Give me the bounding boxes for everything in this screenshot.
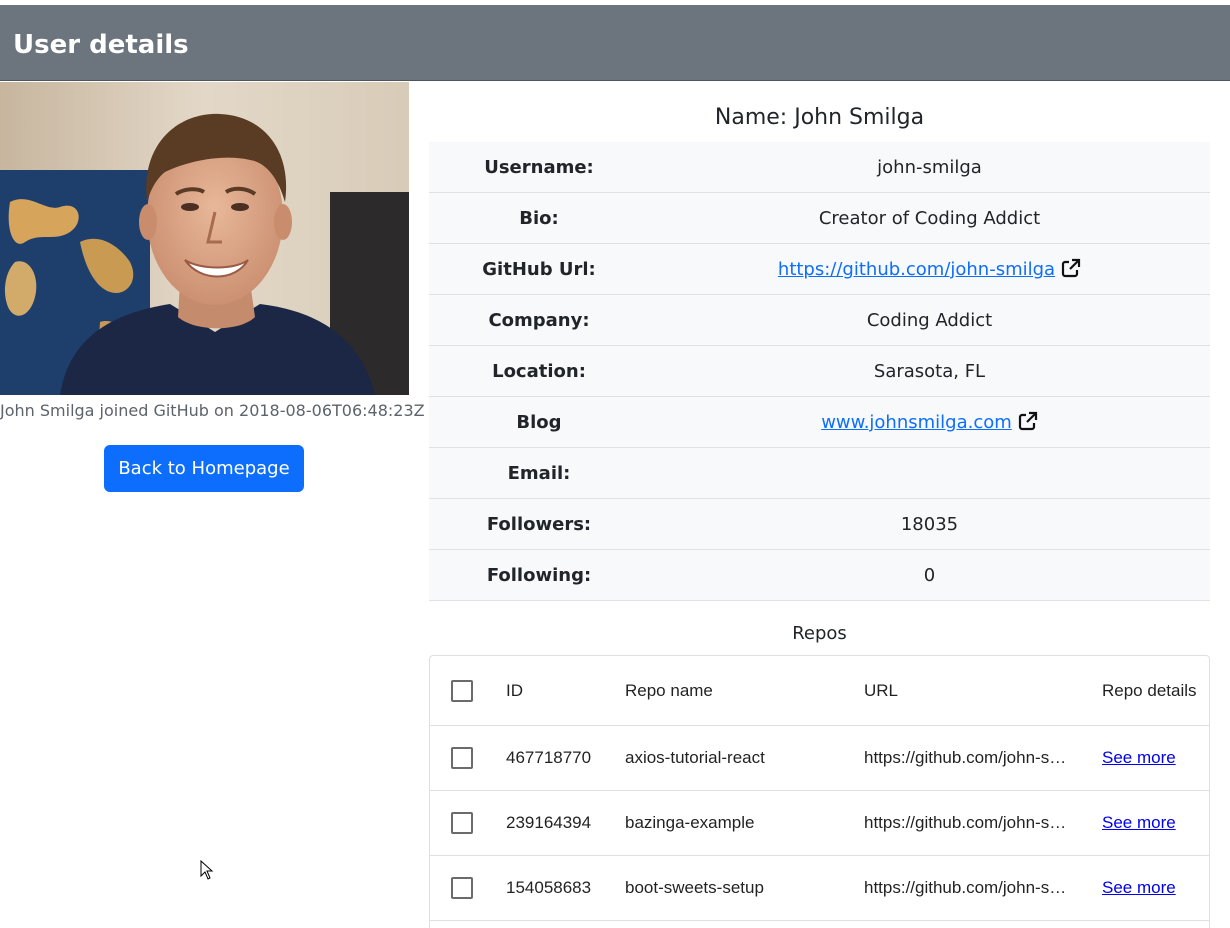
repo-url-text: https://github.com/john-smilga/axios-tut…	[864, 748, 1078, 767]
column-header-repo-name[interactable]: Repo name	[625, 656, 850, 725]
detail-value: 0	[923, 564, 936, 586]
repo-name-cell: bazinga-example	[625, 813, 755, 832]
repo-url-cell: https://github.com/john-smilga/bazinga-e…	[864, 791, 1078, 855]
detail-value: john-smilga	[877, 156, 982, 178]
see-more-link[interactable]: See more	[1102, 748, 1176, 768]
detail-row-github-url: GitHub Url: https://github.com/john-smil…	[429, 244, 1210, 295]
row-select-cell	[440, 791, 484, 855]
external-link-icon[interactable]	[1061, 258, 1081, 278]
repos-heading: Repos	[792, 623, 847, 644]
table-row[interactable]: 467718770 axios-tutorial-react https://g…	[430, 726, 1209, 791]
row-checkbox[interactable]	[451, 877, 473, 899]
detail-value: Sarasota, FL	[873, 360, 986, 382]
column-header-id[interactable]: ID	[506, 656, 616, 725]
row-checkbox[interactable]	[451, 812, 473, 834]
repo-name-cell: boot-sweets-setup	[625, 878, 764, 897]
table-row[interactable]: 154058683 boot-sweets-setup https://gith…	[430, 856, 1209, 921]
detail-label: Email:	[507, 462, 571, 484]
detail-row-username: Username: john-smilga	[429, 142, 1210, 193]
detail-value: Creator of Coding Addict	[818, 207, 1041, 229]
grid-header-row: ID Repo name URL Repo details	[430, 656, 1209, 726]
header-bar: User details	[0, 5, 1230, 81]
detail-row-blog: Blog www.johnsmilga.com	[429, 397, 1210, 448]
repo-details-cell: See more	[1102, 726, 1209, 790]
repo-details-cell: See more	[1102, 791, 1209, 855]
see-more-link[interactable]: See more	[1102, 813, 1176, 833]
detail-label: Location:	[492, 360, 586, 382]
repo-id-cell: 467718770	[506, 748, 592, 767]
detail-row-location: Location: Sarasota, FL	[429, 346, 1210, 397]
user-name-heading: Name: John Smilga	[714, 105, 925, 130]
detail-row-bio: Bio: Creator of Coding Addict	[429, 193, 1210, 244]
detail-label: Blog	[516, 411, 562, 433]
see-more-link[interactable]: See more	[1102, 878, 1176, 898]
repo-url-text: https://github.com/john-smilga/boot-swee…	[864, 878, 1078, 897]
detail-row-company: Company: Coding Addict	[429, 295, 1210, 346]
column-header-repo-details[interactable]: Repo details	[1102, 656, 1209, 725]
repo-id-cell: 239164394	[506, 813, 592, 832]
detail-value: https://github.com/john-smilga	[649, 258, 1210, 280]
detail-value: Coding Addict	[866, 309, 993, 331]
page-title: User details	[13, 30, 189, 60]
external-link-icon[interactable]	[1018, 411, 1038, 431]
detail-label: Following:	[486, 564, 592, 586]
repo-details-cell: See more	[1102, 856, 1209, 920]
github-url-link[interactable]: https://github.com/john-smilga	[778, 259, 1055, 280]
detail-row-following: Following: 0	[429, 550, 1210, 601]
detail-label: Bio:	[519, 207, 559, 229]
cursor-icon	[200, 860, 214, 880]
detail-label: Company:	[488, 309, 590, 331]
repo-url-text: https://github.com/john-smilga/bazinga-e…	[864, 813, 1078, 832]
repo-url-cell: https://github.com/john-smilga/axios-tut…	[864, 726, 1078, 790]
detail-value: 18035	[900, 513, 959, 535]
detail-row-followers: Followers: 18035	[429, 499, 1210, 550]
repo-name-cell: axios-tutorial-react	[625, 748, 765, 767]
row-select-cell	[440, 856, 484, 920]
detail-row-email: Email:	[429, 448, 1210, 499]
select-all-cell	[440, 656, 484, 725]
table-row[interactable]: 239164394 bazinga-example https://github…	[430, 791, 1209, 856]
column-header-url[interactable]: URL	[864, 656, 1078, 725]
detail-label: Username:	[484, 156, 594, 178]
repo-url-cell: https://github.com/john-smilga/boot-swee…	[864, 856, 1078, 920]
user-avatar	[0, 82, 409, 395]
repo-id-cell: 154058683	[506, 878, 592, 897]
user-details-table: Username: john-smilga Bio: Creator of Co…	[429, 142, 1210, 601]
joined-date-text: John Smilga joined GitHub on 2018-08-06T…	[0, 401, 425, 420]
detail-label: Followers:	[486, 513, 592, 535]
detail-label: GitHub Url:	[482, 258, 596, 280]
blog-link[interactable]: www.johnsmilga.com	[821, 412, 1012, 433]
page: User details John Smilga joined GitHub o…	[0, 0, 1230, 928]
row-checkbox[interactable]	[451, 747, 473, 769]
detail-value: www.johnsmilga.com	[649, 411, 1210, 433]
repos-data-grid: ID Repo name URL Repo details 467718770 …	[429, 655, 1210, 928]
row-select-cell	[440, 726, 484, 790]
select-all-checkbox[interactable]	[451, 679, 473, 702]
back-to-homepage-button[interactable]: Back to Homepage	[104, 445, 304, 492]
